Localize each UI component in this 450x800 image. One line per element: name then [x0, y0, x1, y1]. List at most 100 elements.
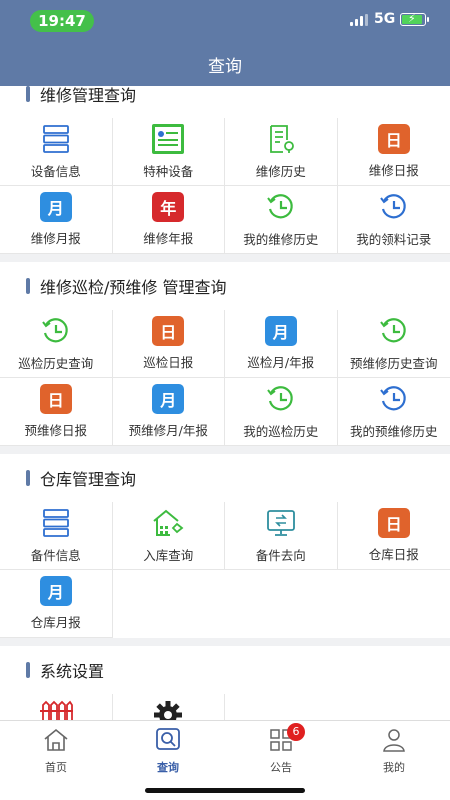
history-clock-icon: [264, 191, 298, 223]
grid-item[interactable]: 安全电子围栏: [0, 694, 113, 720]
calendar-month-icon: 月: [264, 316, 297, 346]
tab-label: 查询: [157, 761, 179, 774]
status-time: 19:47: [30, 10, 94, 32]
status-bar: 19:47 5G ⚡: [0, 8, 450, 34]
grid-item[interactable]: 设备信息: [0, 118, 113, 186]
grid-item[interactable]: 我的巡检历史: [225, 378, 338, 446]
history-clock-icon: [377, 315, 411, 347]
home-icon: [44, 728, 68, 751]
section-title: 系统设置: [40, 662, 105, 681]
query-icon: [156, 728, 180, 750]
tab-label: 首页: [45, 761, 67, 774]
section: 系统设置安全电子围栏采购设置: [0, 646, 450, 720]
grid-item[interactable]: 我的领料记录: [337, 186, 450, 254]
grid-item-label: 预维修月/年报: [128, 423, 208, 438]
calendar-month-icon: 月: [39, 576, 72, 606]
tab-label: 公告: [270, 761, 292, 774]
grid-item[interactable]: 日巡检日报: [112, 310, 225, 378]
grid-item[interactable]: 备件信息: [0, 502, 113, 570]
grid-item-label: 巡检月/年报: [247, 355, 315, 370]
warehouse-in-icon: [151, 507, 185, 539]
grid-item-label: 巡检日报: [143, 355, 194, 370]
notice-badge: 6: [287, 723, 305, 741]
tab-label: 我的: [383, 761, 405, 774]
grid-item[interactable]: 日仓库日报: [337, 502, 450, 570]
section-grid: 安全电子围栏采购设置: [0, 694, 450, 720]
user-icon: [383, 729, 405, 752]
grid-item[interactable]: 年维修年报: [112, 186, 225, 254]
history-clock-icon: [264, 383, 298, 415]
grid-item-label: 特种设备: [143, 164, 194, 179]
grid-item[interactable]: 我的维修历史: [225, 186, 338, 254]
grid-item[interactable]: 备件去向: [225, 502, 338, 570]
history-clock-icon: [39, 315, 73, 347]
special-device-icon: [151, 123, 185, 155]
app-header: 19:47 5G ⚡ 查询: [0, 0, 450, 86]
section-header: 维修管理查询: [0, 86, 450, 118]
grid-item[interactable]: 特种设备: [112, 118, 225, 186]
grid-item[interactable]: 巡检历史查询: [0, 310, 113, 378]
section: 维修管理查询 设备信息 特种设备 维修历史日维修日报月维修月报年维修年报 我的维修历史我…: [0, 86, 450, 254]
gear-icon: [151, 699, 185, 720]
grid-item-label: 仓库月报: [30, 615, 81, 630]
grid-item-label: 我的巡检历史: [243, 424, 319, 439]
grid-item-label: 预维修历史查询: [349, 356, 438, 371]
calendar-day-icon: 日: [377, 508, 410, 538]
grid-item[interactable]: 月维修月报: [0, 186, 113, 254]
grid-item[interactable]: 入库查询: [112, 502, 225, 570]
grid-item[interactable]: 日维修日报: [337, 118, 450, 186]
section-header: 系统设置: [0, 646, 450, 694]
section-marker: [26, 662, 30, 678]
grid-item-label: 设备信息: [30, 164, 81, 179]
parts-flow-icon: [264, 507, 298, 539]
section-grid: 设备信息 特种设备 维修历史日维修日报月维修月报年维修年报 我的维修历史 我的领料记录: [0, 118, 450, 254]
page-title: 查询: [208, 57, 242, 77]
grid-item[interactable]: 月预维修月/年报: [112, 378, 225, 446]
section-title: 维修巡检/预维修 管理查询: [40, 278, 227, 297]
home-indicator: [145, 788, 305, 793]
tab-query[interactable]: 查询: [112, 727, 224, 775]
grid-item[interactable]: 维修历史: [225, 118, 338, 186]
grid-item-label: 备件信息: [30, 548, 81, 563]
section-grid: 巡检历史查询日巡检日报月巡检月/年报 预维修历史查询日预维修日报月预维修月/年报我…: [0, 310, 450, 446]
grid-item[interactable]: 月仓库月报: [0, 570, 113, 638]
tab-notice[interactable]: 6 公告: [225, 723, 337, 775]
server-list-icon: [39, 507, 73, 539]
grid-item-label: 我的预维修历史: [349, 424, 438, 439]
repair-history-icon: [264, 123, 298, 155]
grid-item[interactable]: 预维修历史查询: [337, 310, 450, 378]
calendar-year-icon: 年: [152, 192, 185, 222]
grid-item[interactable]: 我的预维修历史: [337, 378, 450, 446]
section-header: 维修巡检/预维修 管理查询: [0, 262, 450, 310]
signal-icon: [350, 14, 368, 26]
section-title: 仓库管理查询: [40, 470, 137, 489]
section: 维修巡检/预维修 管理查询 巡检历史查询日巡检日报月巡检月/年报 预维修历史查询日预…: [0, 262, 450, 446]
server-list-icon: [39, 123, 73, 155]
grid-item-label: 维修日报: [368, 163, 419, 178]
tab-mine[interactable]: 我的: [338, 727, 450, 775]
history-clock-icon: [377, 191, 411, 223]
query-content[interactable]: 维修管理查询 设备信息 特种设备 维修历史日维修日报月维修月报年维修年报 我的维修历史我…: [0, 86, 450, 720]
section-title: 维修管理查询: [40, 86, 137, 105]
section: 仓库管理查询 备件信息 入库查询 备件去向 日仓库日报月仓库月报: [0, 454, 450, 638]
grid-item-label: 我的维修历史: [243, 232, 319, 247]
grid-item[interactable]: 采购设置: [112, 694, 225, 720]
section-marker: [26, 470, 30, 486]
section-marker: [26, 86, 30, 102]
calendar-day-icon: 日: [377, 124, 410, 154]
grid-item-label: 维修月报: [30, 231, 81, 246]
grid-item-label: 维修历史: [255, 164, 306, 179]
section-list: 维修管理查询 设备信息 特种设备 维修历史日维修日报月维修月报年维修年报 我的维修历史我…: [0, 86, 450, 720]
grid-item[interactable]: 月巡检月/年报: [225, 310, 338, 378]
grid-item-label: 仓库日报: [368, 547, 419, 562]
battery-icon: ⚡: [400, 12, 429, 26]
grid-item-label: 预维修日报: [24, 423, 87, 438]
calendar-day-icon: 日: [39, 384, 72, 414]
tab-home[interactable]: 首页: [0, 727, 112, 775]
calendar-month-icon: 月: [39, 192, 72, 222]
calendar-month-icon: 月: [152, 384, 185, 414]
fence-icon: [39, 699, 73, 720]
grid-item[interactable]: 日预维修日报: [0, 378, 113, 446]
grid-item-label: 我的领料记录: [356, 232, 432, 247]
network-type: 5G: [374, 11, 396, 27]
